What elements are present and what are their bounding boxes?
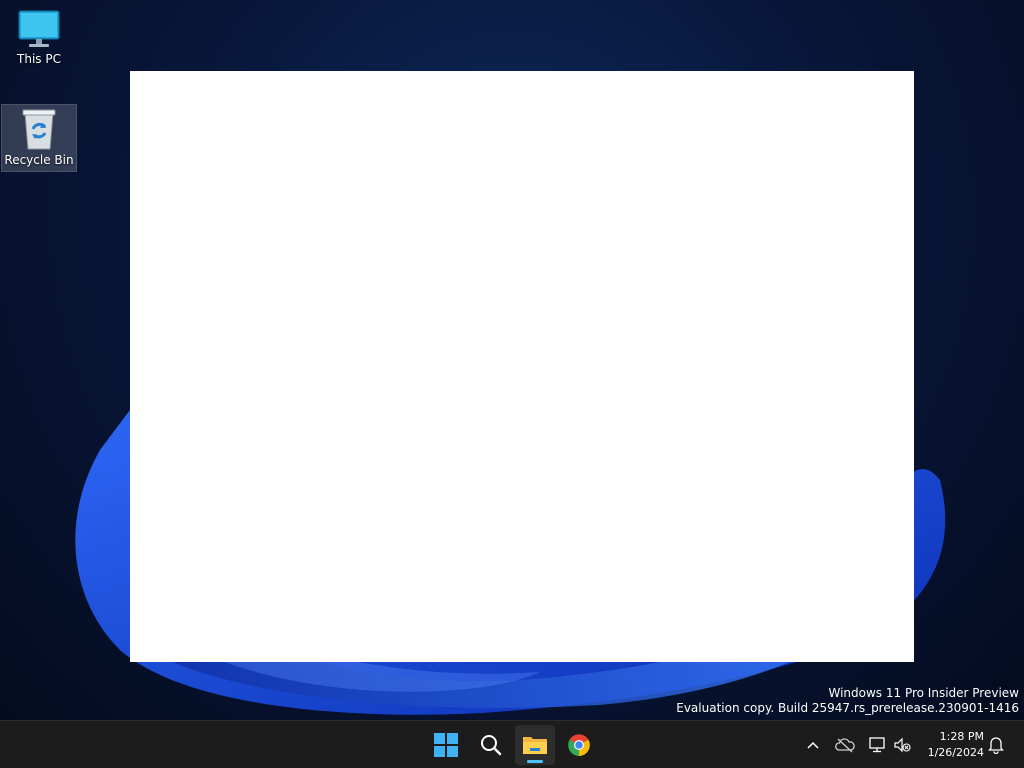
taskbar-clock[interactable]: 1:28 PM 1/26/2024	[918, 729, 984, 761]
blank-window[interactable]	[130, 71, 914, 662]
network-icon	[869, 737, 885, 753]
show-hidden-icons-button[interactable]	[801, 733, 825, 757]
chrome-button[interactable]	[559, 725, 599, 765]
start-button[interactable]	[426, 725, 466, 765]
chrome-icon	[568, 734, 590, 756]
monitor-icon	[18, 10, 60, 47]
windows-logo-icon	[434, 733, 458, 757]
volume-muted-icon	[894, 737, 911, 753]
network-tray-button[interactable]	[865, 733, 889, 757]
recycle-bin-icon	[22, 109, 56, 150]
desktop-icon-label: This PC	[17, 52, 61, 66]
notifications-button[interactable]	[984, 733, 1008, 757]
clock-date: 1/26/2024	[927, 746, 984, 759]
desktop-icon-recycle-bin[interactable]: Recycle Bin	[1, 104, 77, 172]
watermark-edition: Windows 11 Pro Insider Preview	[828, 686, 1019, 700]
search-button[interactable]	[471, 725, 511, 765]
onedrive-tray-button[interactable]	[833, 733, 857, 757]
folder-icon	[523, 737, 547, 754]
search-icon	[481, 735, 502, 756]
watermark-build: Evaluation copy. Build 25947.rs_prerelea…	[676, 701, 1019, 715]
onedrive-offline-icon	[835, 738, 855, 753]
taskbar: 1:28 PM 1/26/2024	[0, 720, 1024, 768]
evaluation-watermark: Windows 11 Pro Insider Preview Evaluatio…	[676, 686, 1019, 716]
file-explorer-button[interactable]	[515, 725, 555, 765]
volume-tray-button[interactable]	[890, 733, 914, 757]
notification-bell-icon	[988, 737, 1004, 754]
desktop-icon-this-pc[interactable]: This PC	[1, 8, 77, 66]
clock-time: 1:28 PM	[939, 730, 984, 743]
desktop: This PC Recycle Bin Windows 11 Pro Insid…	[0, 0, 1024, 720]
desktop-icon-label: Recycle Bin	[4, 153, 74, 167]
chevron-up-icon	[807, 741, 819, 749]
active-app-indicator	[527, 760, 543, 763]
